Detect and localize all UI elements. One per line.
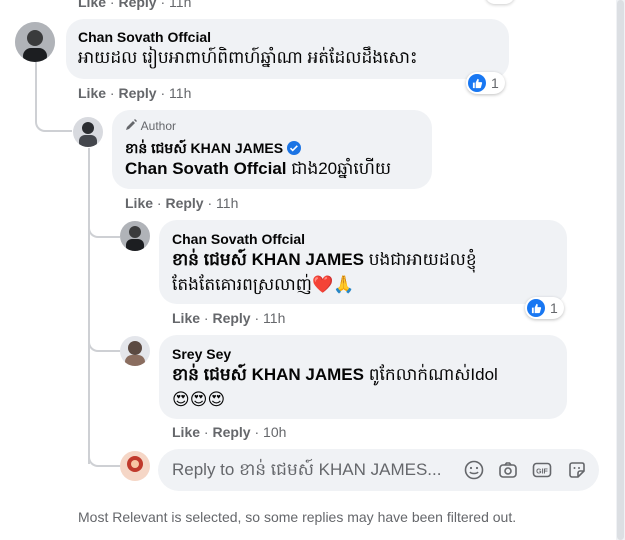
avatar[interactable]: [73, 117, 103, 147]
reply-link[interactable]: Reply: [118, 85, 156, 101]
comment-author[interactable]: ខាន់ ជេមស៍ KHAN JAMES: [125, 139, 302, 160]
avatar-photo-icon: [120, 221, 150, 251]
comment-bubble: Srey Sey ខាន់ ជេមស៍ KHAN JAMES ពូកែលាក់ណ…: [159, 335, 567, 419]
thumbs-up-icon: [527, 299, 545, 317]
sticker-icon[interactable]: [566, 459, 588, 481]
current-user-avatar[interactable]: [120, 451, 150, 481]
thread-line: [88, 218, 120, 238]
thread-line: [88, 148, 90, 464]
comment-text: ខាន់ ជេមស៍ KHAN JAMES ពូកែលាក់ណាស់Idol: [172, 365, 498, 384]
svg-text:GIF: GIF: [536, 469, 548, 476]
avatar[interactable]: [15, 22, 55, 62]
pen-icon: [126, 119, 137, 130]
timestamp[interactable]: 11h: [169, 85, 191, 101]
reply-link[interactable]: Reply: [118, 0, 156, 10]
comment-bubble: Author ខាន់ ជេមស៍ KHAN JAMES Chan Sovath…: [112, 110, 432, 189]
like-link[interactable]: Like: [172, 424, 200, 440]
timestamp[interactable]: 11h: [263, 310, 285, 326]
reply-link[interactable]: Reply: [212, 310, 250, 326]
like-link[interactable]: Like: [172, 310, 200, 326]
comment-text: Chan Sovath Offcial ជាង20ឆ្នាំហើយ: [125, 159, 392, 178]
avatar-photo-icon: [15, 22, 55, 62]
reaction-count: 1: [491, 75, 499, 91]
comment-bubble: Chan Sovath Offcial អាយដល រៀបអាពាហ៍ពិពាហ…: [66, 19, 509, 79]
comment-actions: Like · Reply · 11h: [78, 85, 192, 101]
comment-bubble: Chan Sovath Offcial ខាន់ ជេមស៍ KHAN JAME…: [159, 220, 567, 304]
reaction-pill-partial[interactable]: [485, 0, 515, 4]
filter-note: Most Relevant is selected, so some repli…: [78, 509, 517, 525]
comment-text: អាយដល រៀបអាពាហ៍ពិពាហ៍ឆ្នាំណា អត់ដែលដឹងសោ…: [78, 48, 418, 67]
avatar-photo-icon: [73, 117, 103, 147]
thread-line: [88, 330, 120, 352]
like-link[interactable]: Like: [78, 0, 106, 10]
timestamp[interactable]: 10h: [263, 424, 286, 440]
mention-link[interactable]: Chan Sovath Offcial: [125, 159, 287, 178]
reaction-count: 1: [550, 300, 558, 316]
avatar[interactable]: [120, 336, 150, 366]
thread-line: [35, 62, 72, 132]
timestamp[interactable]: 11h: [169, 0, 191, 10]
mention-link[interactable]: ខាន់ ជេមស៍ KHAN JAMES: [172, 250, 364, 269]
comment-emoji: 😍😍😍: [172, 390, 226, 409]
comment-actions: Like · Reply · 10h: [172, 424, 287, 440]
reaction-pill[interactable]: 1: [525, 297, 564, 319]
top-comment-actions: Like · Reply · 11h: [78, 0, 191, 10]
verified-badge-icon: [287, 141, 302, 155]
reply-input[interactable]: Reply to ខាន់ ជេមស៍ KHAN JAMES... GIF: [158, 449, 599, 491]
scrollbar-thumb[interactable]: [617, 0, 624, 540]
comment-author[interactable]: Chan Sovath Offcial: [78, 29, 211, 45]
comment-text-line2: តែងតែគោរពស្រលាញ់❤️🙏: [172, 275, 355, 294]
reply-link[interactable]: Reply: [165, 195, 203, 211]
comment-author[interactable]: Srey Sey: [172, 346, 231, 362]
reply-placeholder: Reply to ខាន់ ជេមស៍ KHAN JAMES...: [172, 460, 442, 479]
mention-link[interactable]: ខាន់ ជេមស៍ KHAN JAMES: [172, 365, 364, 384]
like-link[interactable]: Like: [125, 195, 153, 211]
thread-line: [88, 445, 120, 467]
like-link[interactable]: Like: [78, 85, 106, 101]
reaction-pill[interactable]: 1: [466, 72, 505, 94]
thumbs-up-icon: [468, 74, 486, 92]
timestamp[interactable]: 11h: [216, 195, 238, 211]
reply-link[interactable]: Reply: [212, 424, 250, 440]
avatar[interactable]: [120, 221, 150, 251]
comment-actions: Like · Reply · 11h: [125, 195, 239, 211]
scrollbar-track[interactable]: [616, 0, 625, 540]
comment-actions: Like · Reply · 11h: [172, 310, 286, 326]
author-badge: Author: [125, 119, 176, 133]
comment-author[interactable]: Chan Sovath Offcial: [172, 231, 305, 247]
camera-icon[interactable]: [497, 459, 519, 481]
gif-icon[interactable]: GIF: [531, 459, 553, 481]
avatar-photo-icon: [120, 336, 150, 366]
emoji-icon[interactable]: [463, 459, 485, 481]
comment-text: ខាន់ ជេមស៍ KHAN JAMES បងជាអាយដលខ្ញុំ: [172, 250, 477, 269]
avatar-photo-icon: [120, 451, 150, 481]
